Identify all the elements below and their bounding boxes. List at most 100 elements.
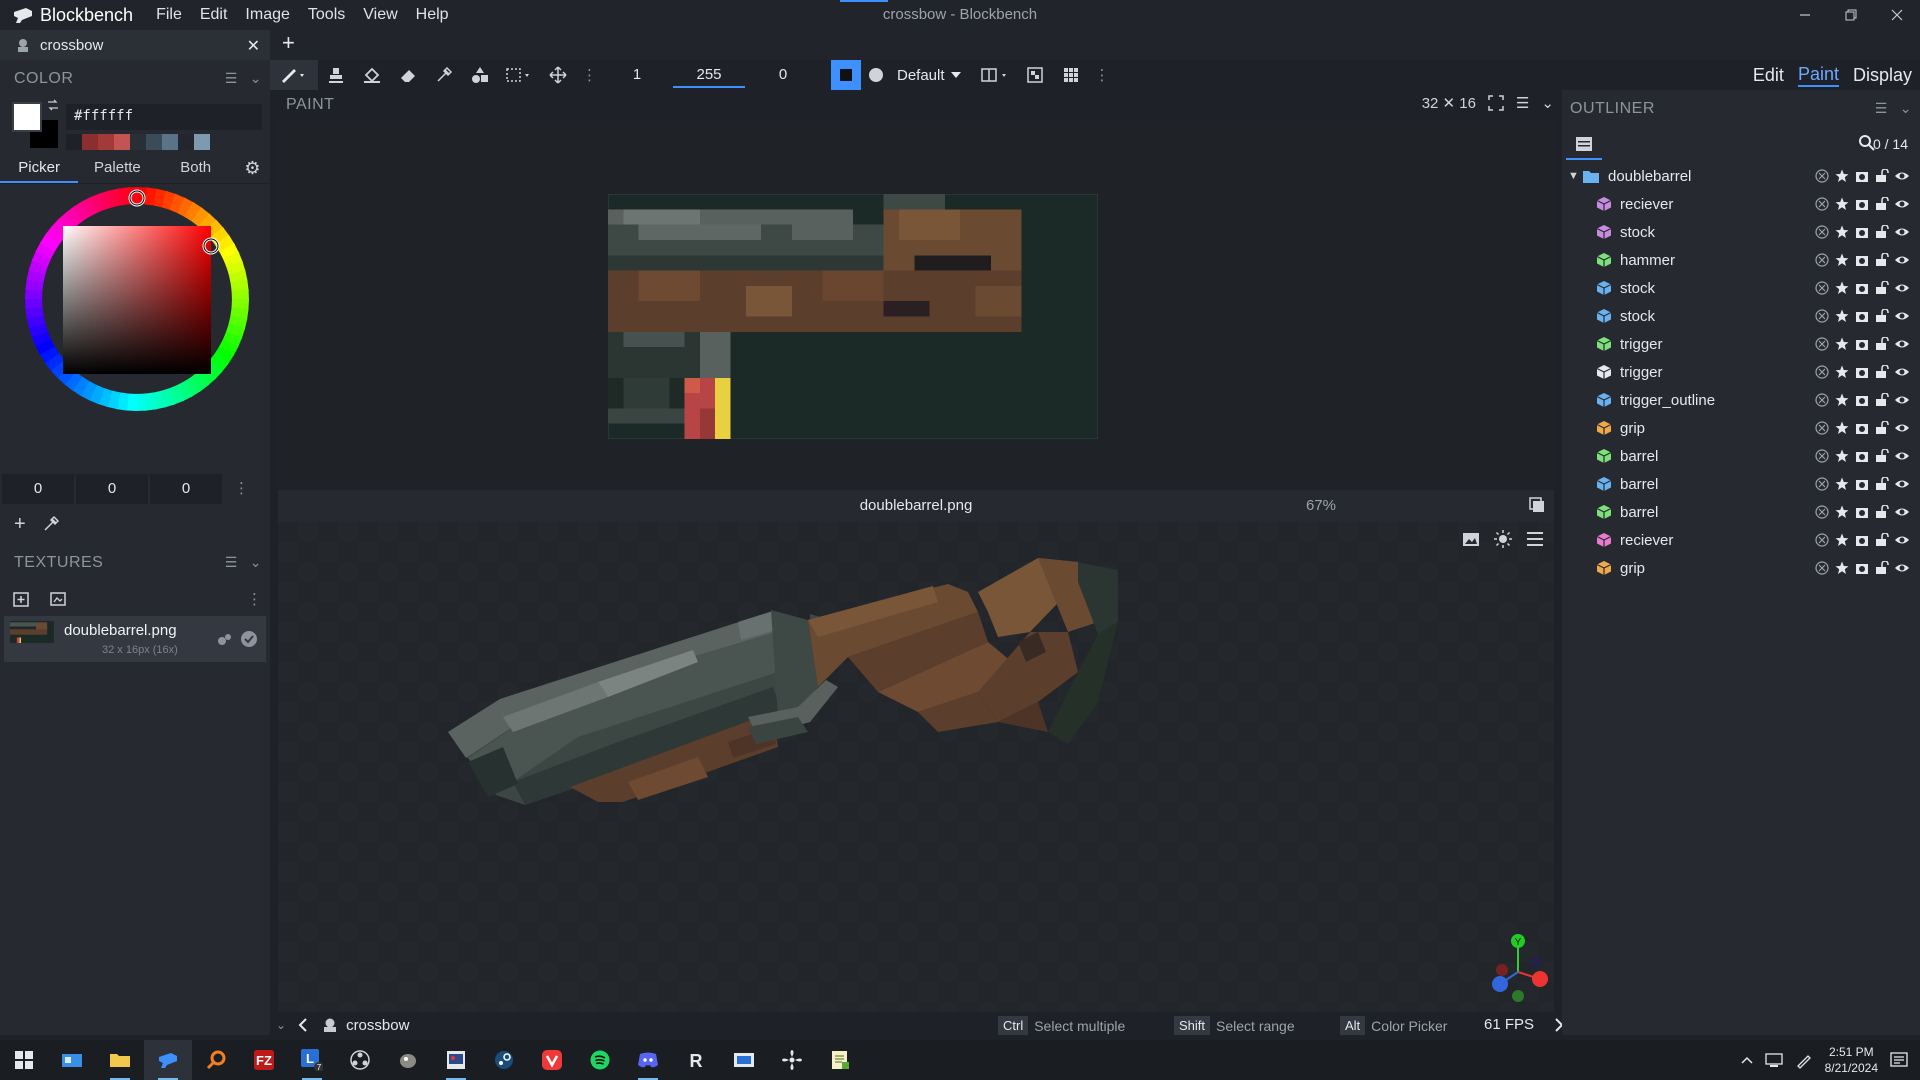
toolbar-more-icon[interactable]: ⋮: [1095, 66, 1110, 84]
outliner-item[interactable]: trigger: [1562, 358, 1920, 386]
render-toggle-icon[interactable]: [1854, 280, 1870, 296]
export-toggle-icon[interactable]: [1814, 168, 1830, 184]
export-toggle-icon[interactable]: [1814, 364, 1830, 380]
lock-icon[interactable]: [1874, 392, 1890, 408]
move-tool[interactable]: [540, 60, 576, 90]
star-icon[interactable]: [1834, 280, 1850, 296]
check-circle-icon[interactable]: [240, 630, 258, 648]
z-axis-handle[interactable]: [1492, 976, 1508, 992]
render-toggle-icon[interactable]: [1854, 476, 1870, 492]
chevron-down-icon[interactable]: ⌄: [1541, 94, 1554, 112]
taskbar-app[interactable]: [432, 1040, 480, 1080]
star-icon[interactable]: [1834, 532, 1850, 548]
chevron-down-icon[interactable]: ⌄: [250, 70, 262, 87]
star-icon[interactable]: [1834, 504, 1850, 520]
eye-icon[interactable]: [1894, 532, 1910, 548]
eraser-tool[interactable]: [390, 60, 426, 90]
axis-gizmo[interactable]: Y: [1488, 932, 1548, 1002]
mirror-painting-tool[interactable]: [973, 60, 1017, 90]
hex-color-input[interactable]: #ffffff: [66, 104, 262, 130]
taskbar-app[interactable]: [528, 1040, 576, 1080]
doublebarrel-model[interactable]: [278, 522, 1554, 1012]
render-toggle-icon[interactable]: [1854, 504, 1870, 520]
export-toggle-icon[interactable]: [1814, 448, 1830, 464]
taskbar-app[interactable]: L7: [288, 1040, 336, 1080]
eye-icon[interactable]: [1894, 280, 1910, 296]
taskbar-app[interactable]: [336, 1040, 384, 1080]
lock-icon[interactable]: [1874, 364, 1890, 380]
sidebar-collapse-icon[interactable]: ⌄: [276, 1018, 286, 1032]
3d-viewport[interactable]: Y: [278, 522, 1554, 1012]
add-color-icon[interactable]: +: [14, 513, 26, 536]
star-icon[interactable]: [1834, 196, 1850, 212]
lock-icon[interactable]: [1874, 504, 1890, 520]
export-toggle-icon[interactable]: [1814, 308, 1830, 324]
lock-icon[interactable]: [1874, 476, 1890, 492]
taskbar-app[interactable]: [624, 1040, 672, 1080]
lock-icon[interactable]: [1874, 448, 1890, 464]
render-toggle-icon[interactable]: [1854, 196, 1870, 212]
outliner-item[interactable]: stock: [1562, 218, 1920, 246]
outliner-item[interactable]: grip: [1562, 414, 1920, 442]
star-icon[interactable]: [1834, 420, 1850, 436]
star-icon[interactable]: [1834, 308, 1850, 324]
outliner-item[interactable]: barrel: [1562, 470, 1920, 498]
texture-image[interactable]: [608, 194, 1098, 439]
panel-menu-icon[interactable]: ☰: [225, 70, 238, 87]
recent-color-swatch[interactable]: [162, 134, 178, 150]
star-icon[interactable]: [1834, 560, 1850, 576]
taskbar-app[interactable]: [816, 1040, 864, 1080]
export-toggle-icon[interactable]: [1814, 532, 1830, 548]
tab-palette[interactable]: Palette: [78, 154, 156, 183]
lock-icon[interactable]: [1874, 280, 1890, 296]
export-toggle-icon[interactable]: [1814, 392, 1830, 408]
taskbar-app[interactable]: [720, 1040, 768, 1080]
taskbar-app[interactable]: [192, 1040, 240, 1080]
eyedropper-icon[interactable]: [42, 515, 60, 533]
gear-icon[interactable]: ⚙: [235, 154, 270, 183]
more-options-icon[interactable]: ⋮: [234, 474, 249, 504]
render-toggle-icon[interactable]: [1854, 168, 1870, 184]
chevron-left-icon[interactable]: [298, 1018, 308, 1032]
taskbar-app[interactable]: [480, 1040, 528, 1080]
star-icon[interactable]: [1834, 252, 1850, 268]
taskbar-app[interactable]: [384, 1040, 432, 1080]
panel-menu-icon[interactable]: ☰: [225, 554, 238, 571]
lock-icon[interactable]: [1874, 252, 1890, 268]
chevron-down-icon[interactable]: ⌄: [250, 554, 262, 571]
outliner-item[interactable]: grip: [1562, 554, 1920, 582]
mode-paint[interactable]: Paint: [1797, 64, 1839, 87]
outliner-item[interactable]: trigger_outline: [1562, 386, 1920, 414]
panel-menu-icon[interactable]: ☰: [1516, 94, 1529, 112]
outliner-item[interactable]: hammer: [1562, 246, 1920, 274]
brush-tool[interactable]: [270, 60, 318, 90]
export-toggle-icon[interactable]: [1814, 476, 1830, 492]
grid-toggle[interactable]: [1053, 60, 1089, 90]
star-icon[interactable]: [1834, 336, 1850, 352]
notifications-icon[interactable]: [1890, 1051, 1908, 1069]
export-toggle-icon[interactable]: [1814, 560, 1830, 576]
project-tab[interactable]: crossbow ✕: [0, 30, 270, 60]
export-toggle-icon[interactable]: [1814, 224, 1830, 240]
recent-color-swatch[interactable]: [66, 134, 82, 150]
round-brush-toggle[interactable]: [861, 60, 891, 90]
render-toggle-icon[interactable]: [1854, 336, 1870, 352]
panel-menu-icon[interactable]: ☰: [1875, 100, 1888, 117]
taskbar-app[interactable]: [48, 1040, 96, 1080]
square-brush-toggle[interactable]: [831, 60, 861, 90]
texture-item[interactable]: doublebarrel.png 32 x 16px (16x): [4, 616, 266, 662]
uv-paint-canvas[interactable]: [278, 120, 1554, 490]
outliner-item[interactable]: stock: [1562, 302, 1920, 330]
menu-view[interactable]: View: [354, 6, 406, 24]
render-toggle-icon[interactable]: [1854, 392, 1870, 408]
eye-icon[interactable]: [1894, 336, 1910, 352]
eye-icon[interactable]: [1894, 168, 1910, 184]
outliner-item[interactable]: barrel: [1562, 498, 1920, 526]
lock-icon[interactable]: [1874, 224, 1890, 240]
outliner-group-doublebarrel[interactable]: ▼ doublebarrel: [1562, 162, 1920, 190]
chevron-down-icon[interactable]: ⌄: [1900, 100, 1912, 117]
recent-color-swatch[interactable]: [130, 134, 146, 150]
green-input[interactable]: 0: [76, 474, 148, 504]
brush-softness-input[interactable]: 0: [747, 62, 819, 88]
export-toggle-icon[interactable]: [1814, 252, 1830, 268]
